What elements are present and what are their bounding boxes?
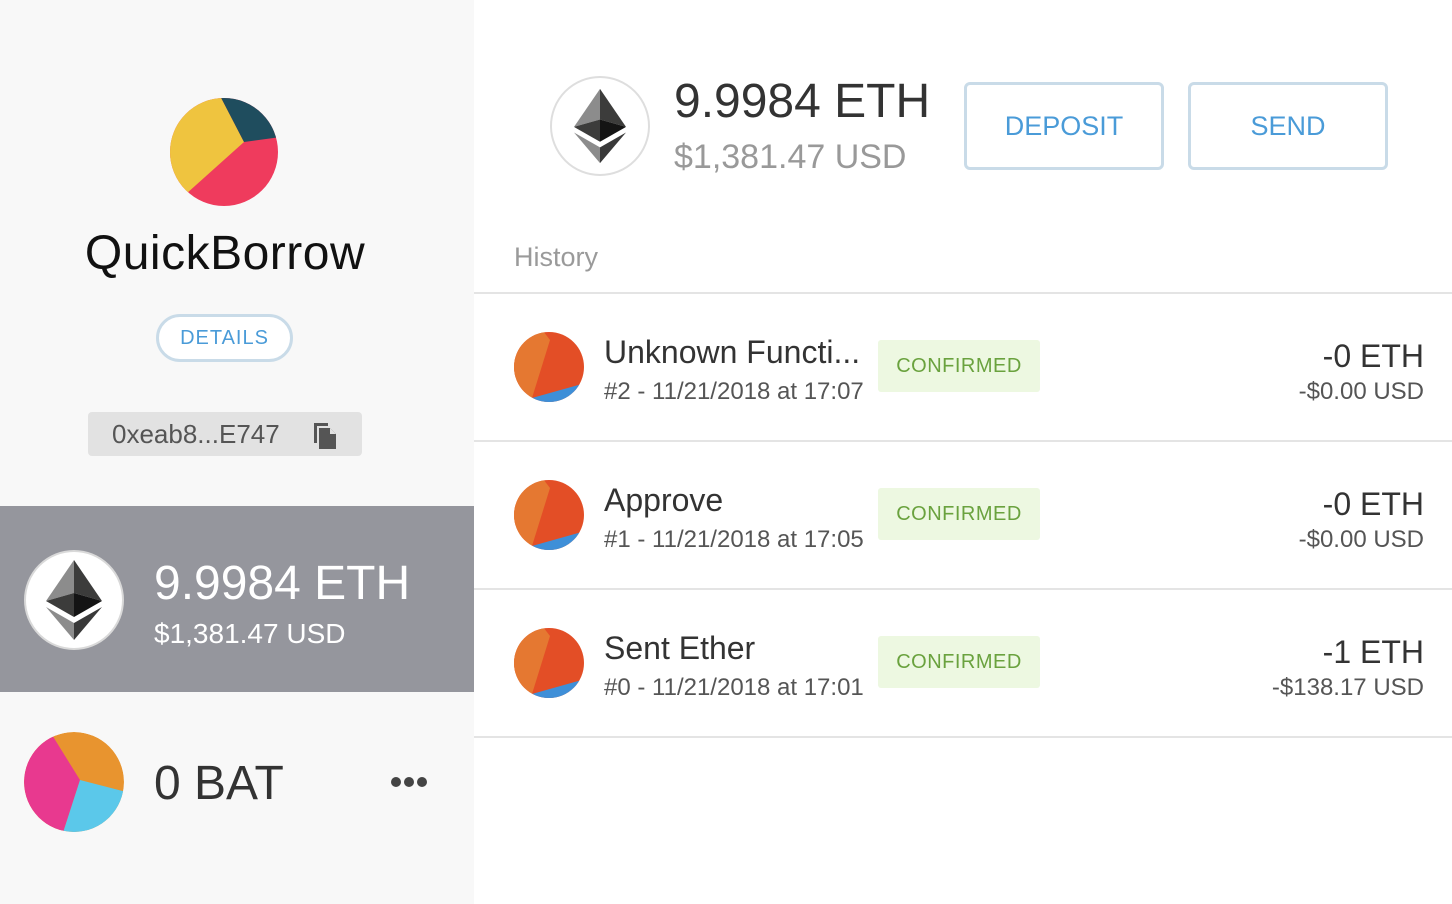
transaction-identicon — [514, 332, 584, 402]
token-amount: 9.9984 ETH — [154, 557, 411, 610]
main-panel: 9.9984 ETH $1,381.47 USD DEPOSIT SEND Hi… — [474, 0, 1452, 904]
token-amount: 0 BAT — [154, 757, 284, 810]
status-badge: CONFIRMED — [878, 340, 1040, 392]
transaction-meta: #2 - 11/21/2018 at 17:07 — [604, 378, 864, 405]
token-usd-value: $1,381.47 USD — [154, 618, 346, 649]
address-copy-button[interactable]: 0xeab8...E747 — [88, 412, 362, 456]
transaction-usd: -$0.00 USD — [1298, 378, 1424, 405]
details-button[interactable]: DETAILS — [156, 314, 293, 362]
transaction-title: Unknown Functi... — [604, 334, 861, 370]
account-identicon — [170, 98, 278, 206]
send-button[interactable]: SEND — [1188, 82, 1388, 170]
ethereum-logo — [550, 76, 650, 176]
status-badge: CONFIRMED — [878, 488, 1040, 540]
transaction-identicon — [514, 628, 584, 698]
transaction-row[interactable]: Unknown Functi... #2 - 11/21/2018 at 17:… — [474, 294, 1452, 442]
ethereum-icon — [46, 560, 102, 640]
transaction-meta: #0 - 11/21/2018 at 17:01 — [604, 674, 864, 701]
status-badge: CONFIRMED — [878, 636, 1040, 688]
more-options-icon[interactable] — [390, 774, 428, 790]
token-row-bat[interactable]: 0 BAT — [0, 692, 474, 872]
transaction-title: Approve — [604, 482, 724, 518]
history-heading: History — [514, 242, 599, 272]
balance-amount: 9.9984 ETH — [674, 75, 931, 128]
transaction-row[interactable]: Approve #1 - 11/21/2018 at 17:05 CONFIRM… — [474, 442, 1452, 590]
transaction-amount: -0 ETH — [1322, 486, 1424, 522]
ethereum-icon — [574, 88, 626, 164]
transaction-row[interactable]: Sent Ether #0 - 11/21/2018 at 17:01 CONF… — [474, 590, 1452, 738]
deposit-button[interactable]: DEPOSIT — [964, 82, 1164, 170]
account-address: 0xeab8...E747 — [112, 418, 280, 449]
transaction-identicon — [514, 480, 584, 550]
transaction-title: Sent Ether — [604, 630, 756, 666]
transaction-usd: -$138.17 USD — [1271, 674, 1424, 701]
transaction-meta: #1 - 11/21/2018 at 17:05 — [604, 526, 864, 553]
balance-usd: $1,381.47 USD — [674, 138, 907, 176]
transaction-usd: -$0.00 USD — [1298, 526, 1424, 553]
account-name: QuickBorrow — [84, 227, 366, 280]
transaction-amount: -0 ETH — [1322, 338, 1424, 374]
ethereum-logo — [24, 550, 124, 650]
copy-icon[interactable] — [310, 420, 340, 450]
token-row-eth[interactable]: 9.9984 ETH $1,381.47 USD — [0, 506, 474, 692]
transaction-amount: -1 ETH — [1322, 634, 1424, 670]
bat-identicon — [24, 732, 124, 832]
sidebar: QuickBorrow DETAILS 0xeab8...E747 9.9984… — [0, 0, 474, 904]
